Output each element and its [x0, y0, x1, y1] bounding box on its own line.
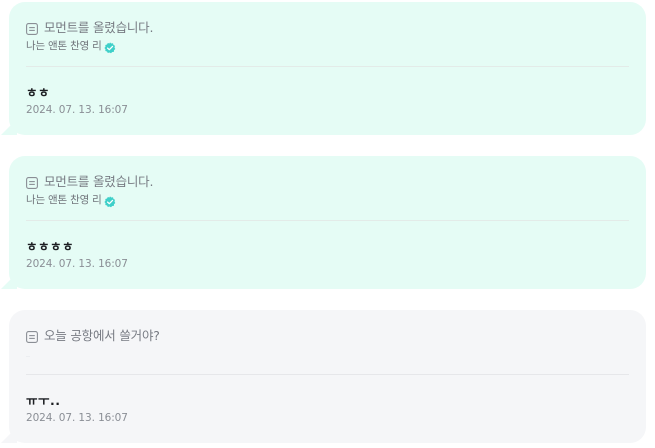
- document-icon: [26, 174, 38, 189]
- message-body: ㅎㅎㅎㅎ: [26, 239, 75, 254]
- author-row[interactable]: 나는 앤톤 찬영 리: [26, 192, 116, 208]
- message-title: 모먼트를 올렸습니다.: [44, 19, 154, 35]
- message-title: 오늘 공항에서 쓸거야?: [44, 327, 160, 343]
- message-bubble[interactable]: 모먼트를 올렸습니다. 나는 앤톤 찬영 리 ㅎㅎㅎㅎ 2024. 07. 13…: [9, 156, 646, 289]
- message-header: 모먼트를 올렸습니다.: [26, 17, 153, 35]
- author-placeholder: [26, 356, 30, 357]
- message-body: ㅠㅜ..: [26, 393, 61, 408]
- message-header: 모먼트를 올렸습니다.: [26, 171, 153, 189]
- message-body: ㅎㅎ: [26, 85, 51, 100]
- author-row[interactable]: 나는 앤톤 찬영 리: [26, 38, 116, 54]
- bubble-tail: [1, 427, 17, 443]
- verified-badge-icon: [104, 39, 116, 54]
- message-header: 오늘 공항에서 쓸거야?: [26, 325, 160, 343]
- divider: [26, 66, 629, 67]
- message-timestamp: 2024. 07. 13. 16:07: [26, 412, 128, 424]
- verified-badge-icon: [104, 193, 116, 208]
- document-icon: [26, 20, 38, 35]
- author-name[interactable]: 나는 앤톤 찬영 리: [26, 192, 102, 207]
- message-bubble[interactable]: 모먼트를 올렸습니다. 나는 앤톤 찬영 리 ㅎㅎ 2024. 07. 13. …: [9, 2, 646, 135]
- divider: [26, 220, 629, 221]
- document-icon: [26, 328, 38, 343]
- message-feed: 모먼트를 올렸습니다. 나는 앤톤 찬영 리 ㅎㅎ 2024. 07. 13. …: [0, 0, 655, 448]
- message-bubble[interactable]: 오늘 공항에서 쓸거야? ㅠㅜ.. 2024. 07. 13. 16:07: [9, 310, 646, 443]
- message-title: 모먼트를 올렸습니다.: [44, 173, 154, 189]
- bubble-tail: [1, 119, 17, 135]
- message-timestamp: 2024. 07. 13. 16:07: [26, 258, 128, 270]
- divider: [26, 374, 629, 375]
- message-timestamp: 2024. 07. 13. 16:07: [26, 104, 128, 116]
- bubble-tail: [1, 273, 17, 289]
- author-name[interactable]: 나는 앤톤 찬영 리: [26, 38, 102, 53]
